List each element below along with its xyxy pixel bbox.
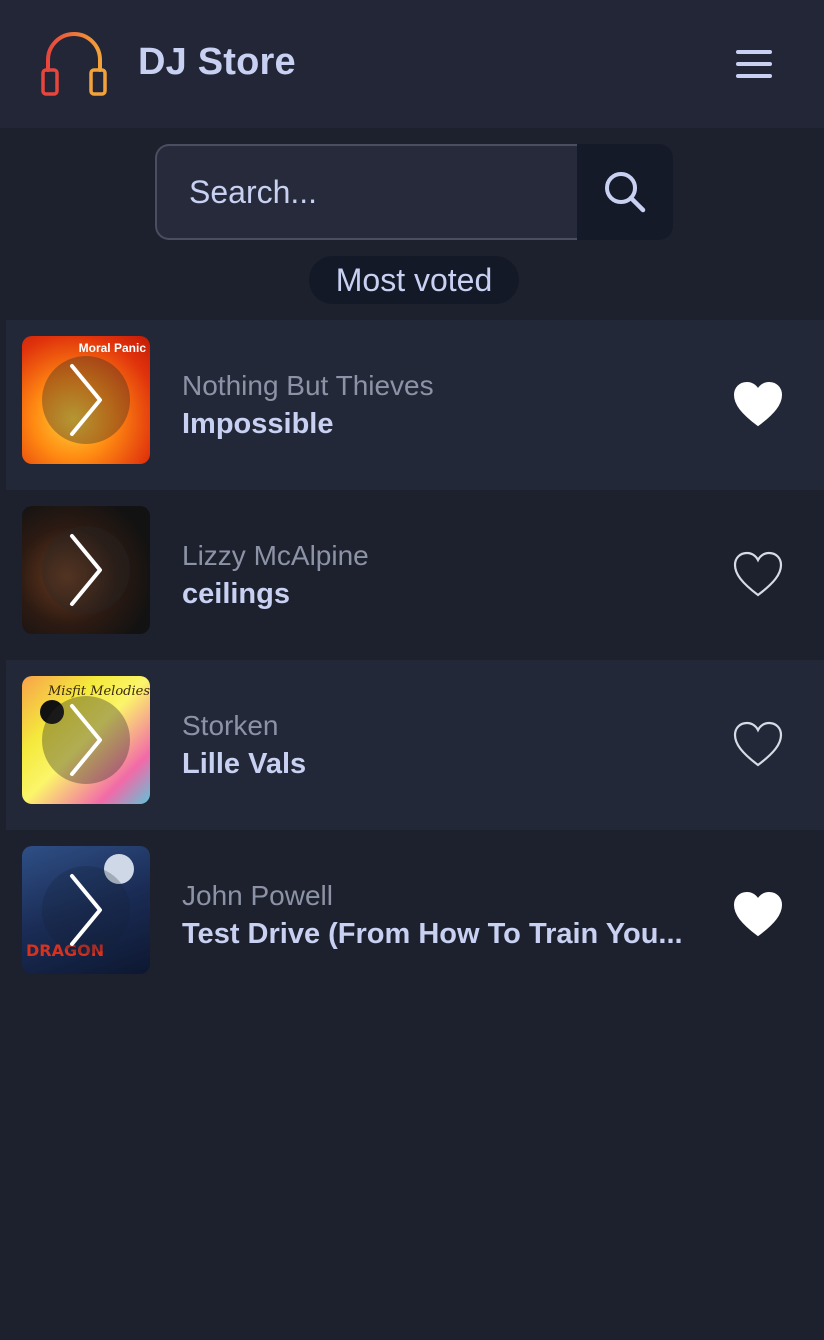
- album-art[interactable]: Moral Panic: [22, 336, 150, 464]
- search-button[interactable]: [577, 144, 673, 240]
- search-bar: [155, 144, 673, 240]
- app-title: DJ Store: [138, 41, 296, 83]
- heart-icon[interactable]: [732, 380, 784, 428]
- album-art[interactable]: DRAGON: [22, 846, 150, 974]
- filter-most-voted[interactable]: Most voted: [309, 256, 519, 304]
- chevron-right-icon: [70, 364, 102, 436]
- chevron-right-icon: [70, 704, 102, 776]
- list-item: Misfit Melodies Storken Lille Vals: [6, 660, 824, 830]
- album-art-text: Misfit Melodies: [48, 684, 150, 699]
- song-artist: Storken: [182, 710, 279, 741]
- song-list: Moral Panic Nothing But Thieves Impossib…: [6, 320, 824, 1000]
- song-artist: John Powell: [182, 880, 333, 911]
- menu-bar: [736, 62, 772, 66]
- menu-bar: [736, 50, 772, 54]
- list-item: Lizzy McAlpine ceilings: [6, 490, 824, 660]
- heart-icon[interactable]: [732, 550, 784, 598]
- song-title: Impossible: [182, 408, 334, 440]
- menu-bar: [736, 74, 772, 78]
- song-title: ceilings: [182, 578, 290, 610]
- list-item: Moral Panic Nothing But Thieves Impossib…: [6, 320, 824, 490]
- song-title: Lille Vals: [182, 748, 307, 780]
- heart-icon[interactable]: [732, 890, 784, 938]
- list-item: DRAGON John Powell Test Drive (From How …: [6, 830, 824, 1000]
- song-title: Test Drive (From How To Train You...: [182, 918, 683, 950]
- hamburger-menu-icon[interactable]: [730, 44, 778, 84]
- chevron-right-icon: [70, 874, 102, 946]
- album-art-text: Moral Panic: [78, 341, 146, 355]
- headphones-icon[interactable]: [38, 30, 110, 102]
- song-artist: Lizzy McAlpine: [182, 540, 369, 571]
- app-header: DJ Store: [0, 0, 824, 128]
- search-icon: [605, 172, 646, 213]
- song-artist: Nothing But Thieves: [182, 370, 434, 401]
- chevron-right-icon: [70, 534, 102, 606]
- heart-icon[interactable]: [732, 720, 784, 768]
- album-art[interactable]: [22, 506, 150, 634]
- album-art[interactable]: Misfit Melodies: [22, 676, 150, 804]
- search-input[interactable]: [155, 144, 577, 240]
